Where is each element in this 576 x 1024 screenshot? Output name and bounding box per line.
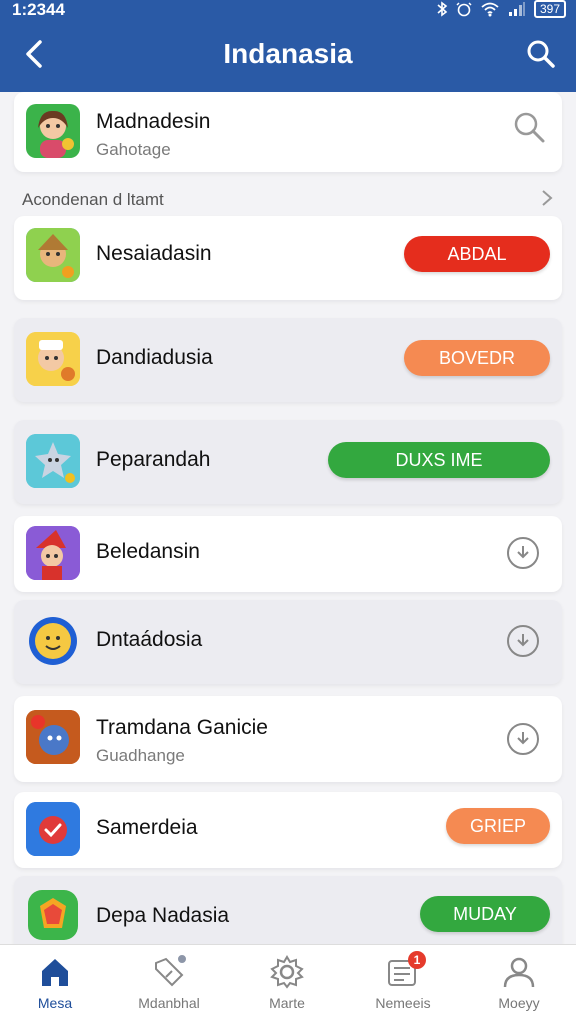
app-name: Tramdana Ganicie	[96, 716, 268, 739]
nav-tab-label: Mesa	[37, 995, 73, 1011]
nav-tab-settings[interactable]: Marte	[232, 955, 342, 1011]
list-item[interactable]: Samerdeia GRIEP	[14, 792, 562, 868]
list-item[interactable]: Beledansin	[14, 516, 562, 592]
wifi-icon	[481, 2, 499, 17]
list-item[interactable]: Depa Nadasia MUDAY	[14, 876, 562, 944]
app-list: Madnadesin Gahotage Acondenan d ltamt Ne…	[0, 92, 576, 944]
status-time: 1:2344	[12, 0, 65, 19]
app-name: Samerdeia	[96, 816, 198, 839]
notification-dot	[176, 953, 188, 965]
bluetooth-icon	[437, 1, 448, 17]
nav-tab-label: Moeyy	[498, 995, 540, 1011]
nav-tab-home[interactable]: Mesa	[0, 955, 110, 1011]
page-title: Indanasia	[223, 38, 353, 69]
app-icon	[26, 710, 80, 764]
home-icon	[42, 959, 68, 986]
search-icon[interactable]	[524, 38, 556, 70]
app-icon	[26, 104, 80, 158]
action-button[interactable]: ABDAL	[404, 236, 550, 272]
action-button[interactable]: GRIEP	[446, 808, 550, 844]
section-title: Acondenan d ltamt	[22, 190, 164, 209]
app-name: Dandiadusia	[96, 346, 213, 369]
gear-icon	[270, 955, 304, 989]
list-item[interactable]: Tramdana Ganicie Guadhange	[14, 696, 562, 782]
list-item[interactable]: Peparandah DUXS IME	[14, 420, 562, 504]
app-icon	[26, 434, 80, 488]
search-icon[interactable]	[512, 110, 546, 144]
nav-tab-label: Marte	[269, 995, 305, 1011]
notification-badge: 1	[408, 951, 426, 969]
app-subtitle: Gahotage	[96, 140, 171, 159]
nav-tab-label: Mdanbhal	[138, 995, 200, 1011]
download-icon[interactable]	[506, 536, 540, 570]
list-item[interactable]: Nesaiadasin ABDAL	[14, 216, 562, 300]
nav-tab-label: Nemeeis	[375, 995, 431, 1011]
app-name: Depa Nadasia	[96, 904, 230, 927]
bottom-nav: Mesa Mdanbhal Marte 1 Nemeeis Moeyy	[0, 944, 576, 1024]
app-icon	[26, 228, 80, 282]
app-icon	[26, 332, 80, 386]
app-icon	[26, 888, 80, 942]
app-icon	[26, 614, 80, 668]
person-icon	[503, 957, 535, 988]
nav-tab-deals[interactable]: Mdanbhal	[114, 953, 224, 1011]
app-name: Dntaádosia	[96, 628, 203, 651]
app-name: Beledansin	[96, 540, 200, 563]
status-bar: 1:2344 397	[0, 0, 576, 22]
app-name: Nesaiadasin	[96, 242, 212, 265]
nav-tab-news[interactable]: 1 Nemeeis	[348, 951, 458, 1011]
list-item[interactable]: Dandiadusia BOVEDR	[14, 318, 562, 402]
chevron-right-icon[interactable]	[540, 188, 554, 208]
action-button[interactable]: BOVEDR	[404, 340, 550, 376]
app-name: Peparandah	[96, 448, 211, 471]
app-icon	[26, 802, 80, 856]
app-subtitle: Guadhange	[96, 746, 185, 765]
download-icon[interactable]	[506, 722, 540, 756]
app-icon	[26, 526, 80, 580]
battery-indicator: 397	[533, 0, 566, 18]
signal-icon	[508, 2, 525, 16]
list-item[interactable]: Dntaádosia	[14, 600, 562, 684]
app-name: Madnadesin	[96, 110, 211, 133]
alarm-icon	[456, 2, 472, 17]
action-button[interactable]: DUXS IME	[328, 442, 550, 478]
app-header: 1:2344 397 Indanasia	[0, 0, 576, 92]
download-icon[interactable]	[506, 624, 540, 658]
action-button[interactable]: MUDAY	[420, 896, 550, 932]
list-item-featured[interactable]: Madnadesin Gahotage	[14, 92, 562, 172]
nav-tab-profile[interactable]: Moeyy	[464, 955, 574, 1011]
